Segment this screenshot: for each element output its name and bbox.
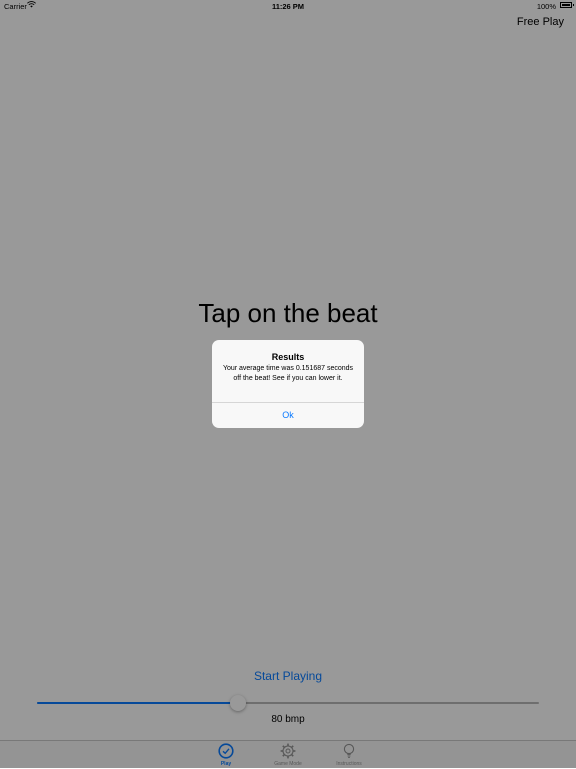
results-alert: Results Your average time was 0.151687 s… (212, 340, 364, 428)
alert-message: Your average time was 0.151687 seconds o… (222, 365, 354, 382)
ok-button[interactable]: Ok (212, 403, 364, 428)
alert-title: Results (271, 352, 305, 362)
